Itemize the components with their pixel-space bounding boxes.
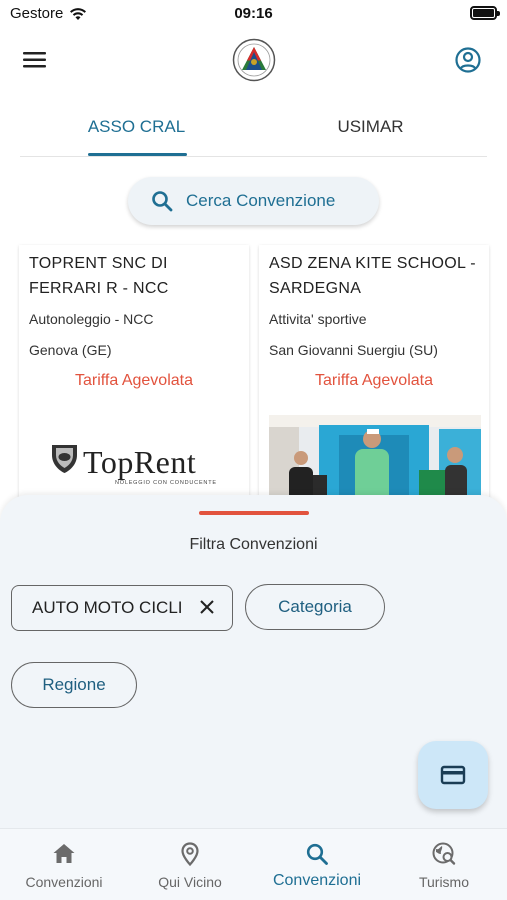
nav-label: Qui Vicino: [158, 874, 222, 890]
search-convention-label: Cerca Convenzione: [186, 191, 336, 210]
tab-bar: ASSO CRAL USIMAR: [20, 105, 487, 157]
search-icon: [306, 843, 328, 865]
active-tab-indicator: [88, 153, 187, 156]
account-button[interactable]: [454, 46, 482, 74]
region-filter-button[interactable]: Regione: [11, 662, 137, 708]
filter-sheet-title: Filtra Convenzioni: [189, 536, 318, 553]
menu-icon: [23, 52, 46, 68]
tab-asso-cral[interactable]: ASSO CRAL: [20, 105, 253, 157]
close-icon[interactable]: [198, 598, 216, 616]
nav-label: Convenzioni: [272, 872, 362, 889]
status-bar: Gestore 09:16: [0, 0, 507, 30]
card-category: Autonoleggio - NCC: [29, 311, 154, 327]
card-location: Genova (GE): [29, 342, 112, 358]
card-category: Attivita' sportive: [269, 311, 367, 327]
search-convention-button[interactable]: Cerca Convenzione: [128, 177, 379, 225]
bottom-navigation: Convenzioni Qui Vicino Convenzioni Turis…: [0, 828, 507, 900]
convention-card[interactable]: ASD ZENA KITE SCHOOL - SARDEGNA Attivita…: [259, 245, 489, 505]
card-title: ASD ZENA KITE SCHOOL - SARDEGNA: [269, 255, 476, 297]
tab-usimar[interactable]: USIMAR: [254, 105, 487, 157]
category-filter-button[interactable]: Categoria: [245, 584, 385, 630]
home-icon: [53, 844, 75, 863]
card-rate: Tariffa Agevolata: [314, 372, 433, 389]
card-fab-button[interactable]: [418, 741, 488, 809]
category-filter-label: Categoria: [278, 597, 352, 616]
card-icon: [440, 765, 466, 785]
convention-card[interactable]: TOPRENT SNC DI FERRARI R - NCC Autonoleg…: [19, 245, 249, 505]
status-time: 09:16: [234, 5, 273, 22]
nav-label: Turismo: [418, 874, 470, 890]
toprent-logo-image: TopRent NOLEGGIO CON CONDUCENTE: [29, 415, 241, 505]
account-circle-icon: [455, 47, 481, 73]
nav-item-convenzioni-home[interactable]: Convenzioni: [1, 829, 127, 900]
menu-button[interactable]: [20, 46, 50, 74]
nav-label: Convenzioni: [25, 874, 103, 890]
active-filter-chip[interactable]: AUTO MOTO CICLI: [11, 585, 233, 631]
travel-explore-icon: [432, 842, 456, 865]
nav-item-turismo[interactable]: Turismo: [381, 829, 507, 900]
card-title: TOPRENT SNC DI FERRARI R - NCC: [29, 255, 169, 297]
nav-item-qui-vicino[interactable]: Qui Vicino: [127, 829, 253, 900]
active-filter-label: AUTO MOTO CICLI: [32, 598, 183, 617]
toprent-logo-text: TopRent: [83, 444, 196, 480]
nav-item-convenzioni-search[interactable]: Convenzioni: [254, 829, 380, 900]
app-bar: [0, 32, 507, 88]
search-icon: [152, 191, 173, 212]
kite-school-photo: [269, 415, 481, 505]
location-pin-icon: [181, 842, 199, 867]
app-logo: [232, 38, 276, 82]
card-rate: Tariffa Agevolata: [74, 372, 193, 389]
battery-icon: [470, 6, 500, 20]
card-location: San Giovanni Suergiu (SU): [269, 342, 438, 358]
toprent-logo-subtext: NOLEGGIO CON CONDUCENTE: [115, 480, 217, 486]
region-filter-label: Regione: [42, 675, 106, 694]
asso-cral-logo-icon: [232, 38, 276, 82]
drag-handle[interactable]: [199, 511, 309, 515]
